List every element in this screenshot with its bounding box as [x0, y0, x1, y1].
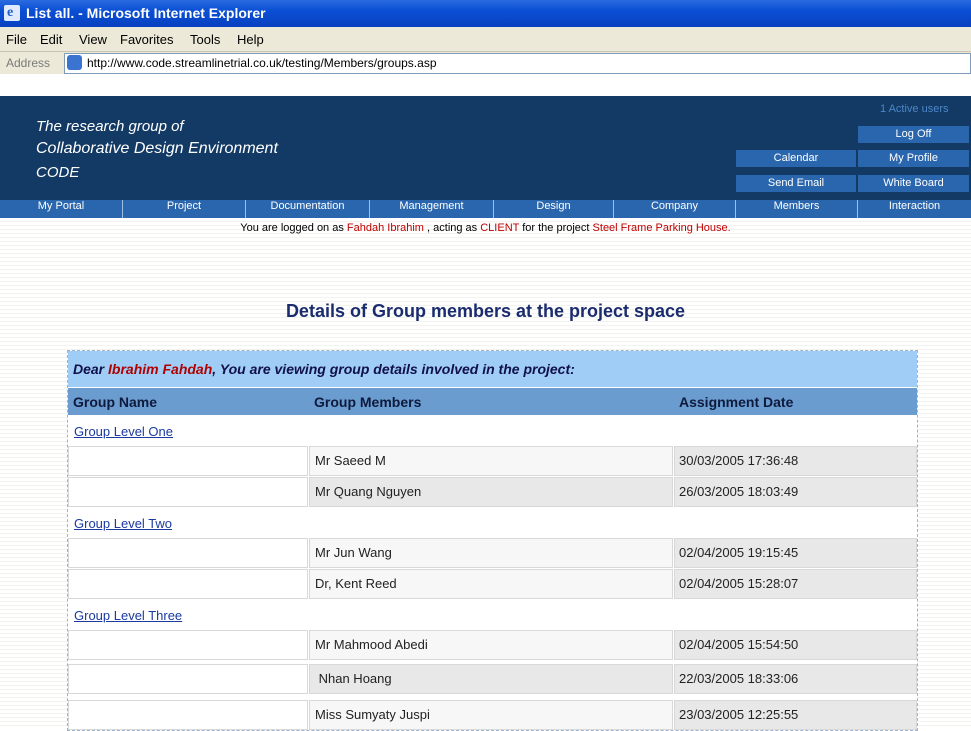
table-header: Group Name Group Members Assignment Date: [68, 388, 917, 415]
member-row: Mr Jun Wang 02/04/2005 19:15:45: [68, 538, 917, 568]
page-icon: [67, 55, 82, 70]
member-name: Mr Jun Wang: [315, 545, 392, 560]
member-row: Mr Saeed M 30/03/2005 17:36:48: [68, 446, 917, 476]
address-input[interactable]: http://www.code.streamlinetrial.co.uk/te…: [64, 53, 971, 74]
logged-project: Steel Frame Parking House.: [592, 222, 731, 234]
logged-role: CLIENT: [480, 222, 520, 234]
nav-design[interactable]: Design: [494, 200, 614, 218]
group-row: Group Level Three: [68, 601, 917, 629]
greeting-bar: Dear Ibrahim Fahdah, You are viewing gro…: [68, 351, 917, 387]
member-row: Dr, Kent Reed 02/04/2005 15:28:07: [68, 569, 917, 599]
member-row: Mr Quang Nguyen 26/03/2005 18:03:49: [68, 477, 917, 507]
nav-management[interactable]: Management: [370, 200, 494, 218]
logged-middle: , acting as: [427, 222, 478, 234]
header-line-2: Collaborative Design Environment: [36, 140, 278, 157]
member-date: 02/04/2005 15:54:50: [679, 637, 799, 652]
member-date: 26/03/2005 18:03:49: [679, 484, 799, 499]
nav-my-portal[interactable]: My Portal: [0, 200, 123, 218]
group-row: Group Level Two: [68, 509, 917, 537]
member-date: 02/04/2005 15:28:07: [679, 576, 799, 591]
greeting-suffix: , You are viewing group details involved…: [212, 361, 575, 377]
group-link[interactable]: Group Level One: [74, 424, 173, 439]
member-row: Miss Sumyaty Juspi 23/03/2005 12:25:55: [68, 700, 917, 730]
nav-interaction[interactable]: Interaction: [858, 200, 971, 218]
title-bar: e List all. - Microsoft Internet Explore…: [0, 0, 971, 27]
member-name: Mr Quang Nguyen: [315, 484, 422, 499]
nav-documentation[interactable]: Documentation: [246, 200, 370, 218]
col-group-members: Group Members: [314, 394, 422, 410]
menu-bar: File Edit View Favorites Tools Help: [0, 27, 971, 52]
member-date: 30/03/2005 17:36:48: [679, 453, 799, 468]
group-link[interactable]: Group Level Three: [74, 608, 182, 623]
member-row: Nhan Hoang 22/03/2005 18:33:06: [68, 664, 917, 694]
address-label: Address: [6, 56, 51, 70]
member-date: 02/04/2005 19:15:45: [679, 545, 799, 560]
header-line-3: CODE: [36, 164, 80, 181]
send-email-button[interactable]: Send Email: [736, 175, 856, 192]
col-group-name: Group Name: [73, 394, 158, 410]
group-row: Group Level One: [68, 417, 917, 445]
nav-bar: My Portal Project Documentation Manageme…: [0, 200, 971, 218]
menu-help[interactable]: Help: [237, 32, 264, 47]
logged-user: Fahdah Ibrahim: [346, 222, 424, 234]
menu-favorites[interactable]: Favorites: [120, 32, 173, 47]
logged-mid2: for the project: [522, 222, 590, 234]
menu-edit[interactable]: Edit: [40, 32, 62, 47]
logged-prefix: You are logged on as: [240, 222, 344, 234]
member-row: Mr Mahmood Abedi 02/04/2005 15:54:50: [68, 630, 917, 660]
col-assignment-date: Assignment Date: [679, 394, 794, 410]
nav-members[interactable]: Members: [736, 200, 858, 218]
white-board-button[interactable]: White Board: [858, 175, 969, 192]
member-date: 23/03/2005 12:25:55: [679, 707, 799, 722]
logoff-button[interactable]: Log Off: [858, 126, 969, 143]
window-title: List all. - Microsoft Internet Explorer: [26, 5, 266, 21]
address-url: http://www.code.streamlinetrial.co.uk/te…: [87, 56, 437, 70]
my-profile-button[interactable]: My Profile: [858, 150, 969, 167]
calendar-button[interactable]: Calendar: [736, 150, 856, 167]
member-name: Dr, Kent Reed: [315, 576, 397, 591]
member-name: Miss Sumyaty Juspi: [315, 707, 430, 722]
address-bar: Address http://www.code.streamlinetrial.…: [0, 52, 971, 74]
header-line-1: The research group of: [36, 118, 184, 135]
logged-on-status: You are logged on as Fahdah Ibrahim , ac…: [0, 222, 971, 234]
nav-company[interactable]: Company: [614, 200, 736, 218]
member-name: Mr Saeed M: [315, 453, 386, 468]
groups-table: Dear Ibrahim Fahdah, You are viewing gro…: [67, 350, 918, 731]
page-title: Details of Group members at the project …: [285, 301, 686, 321]
greeting-name: Ibrahim Fahdah: [108, 361, 213, 377]
greeting-prefix: Dear: [73, 361, 105, 377]
active-users-count[interactable]: 1 Active users: [880, 103, 948, 115]
ie-icon: e: [4, 5, 20, 21]
member-name: Mr Mahmood Abedi: [315, 637, 428, 652]
member-date: 22/03/2005 18:33:06: [679, 671, 799, 686]
member-name: Nhan Hoang: [315, 671, 392, 686]
menu-tools[interactable]: Tools: [190, 32, 220, 47]
greeting-text: Dear Ibrahim Fahdah, You are viewing gro…: [73, 361, 575, 377]
nav-project[interactable]: Project: [123, 200, 246, 218]
menu-view[interactable]: View: [79, 32, 107, 47]
group-link[interactable]: Group Level Two: [74, 516, 172, 531]
menu-file[interactable]: File: [6, 32, 27, 47]
